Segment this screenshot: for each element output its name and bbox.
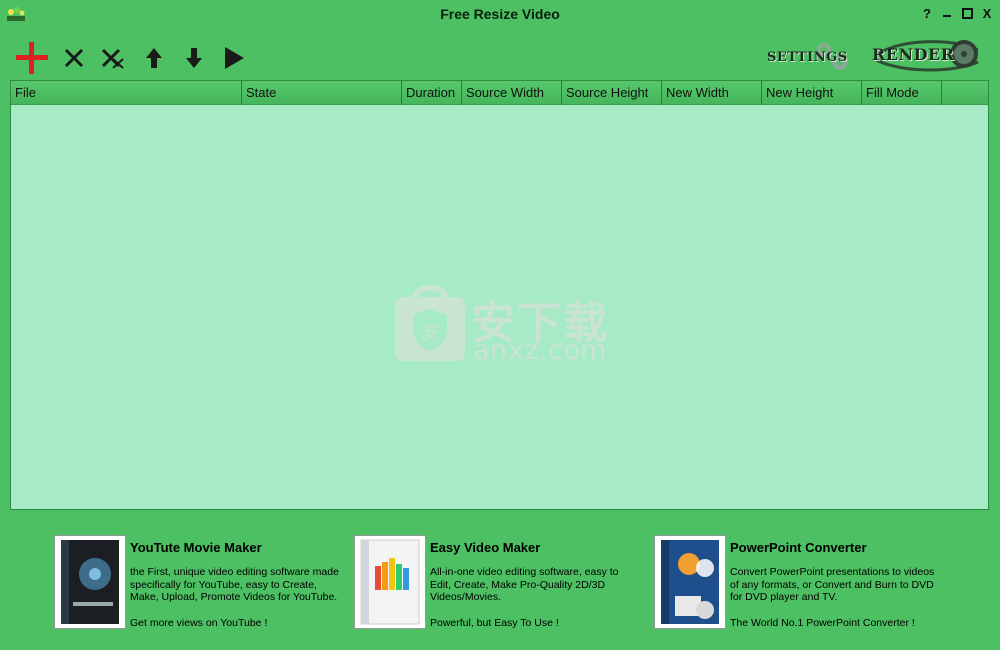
help-button[interactable]: ? [920,6,934,21]
remove-file-button[interactable] [54,36,94,80]
promo-powerpoint-converter[interactable]: PowerPoint Converter Convert PowerPoint … [654,535,954,630]
play-button[interactable] [214,36,254,80]
promo-description: All-in-one video editing software, easy … [430,566,619,604]
promo-youtube-movie-maker[interactable]: YouTute Movie Maker the First, unique vi… [54,535,354,630]
arrow-up-icon [146,48,162,68]
promo-title[interactable]: Easy Video Maker [430,540,540,555]
move-up-button[interactable] [134,36,174,80]
close-button[interactable]: X [980,6,994,21]
product-box-image[interactable] [654,535,726,629]
product-box-image[interactable] [354,535,426,629]
promo-description: Convert PowerPoint presentations to vide… [730,566,935,604]
play-icon [225,47,244,69]
window-title: Free Resize Video [440,6,560,22]
column-header-source-width[interactable]: Source Width [462,81,562,105]
column-header-file[interactable]: File [11,81,242,105]
x-icon [64,48,84,68]
arrow-down-icon [186,48,202,68]
promo-description: the First, unique video editing software… [130,566,339,604]
product-box-image[interactable] [54,535,126,629]
promo-tagline: Powerful, but Easy To Use ! [430,617,559,629]
column-header-duration[interactable]: Duration [402,81,462,105]
maximize-button[interactable] [960,6,974,20]
promo-easy-video-maker[interactable]: Easy Video Maker All-in-one video editin… [354,535,654,630]
list-header: File State Duration Source Width Source … [11,81,988,105]
column-header-new-height[interactable]: New Height [762,81,862,105]
column-header-state[interactable]: State [242,81,402,105]
move-down-button[interactable] [174,36,214,80]
svg-text:安: 安 [421,323,439,344]
watermark-en: anxz.com [473,335,608,366]
window-controls: ? X [920,6,994,21]
render-label: Render [872,45,955,64]
watermark: 安 安下载 anxz.com [393,283,613,366]
promo-tagline: The World No.1 PowerPoint Converter ! [730,617,915,629]
render-button[interactable]: Render [866,36,984,76]
double-x-icon [101,48,124,69]
toolbar [10,36,254,80]
column-header-source-height[interactable]: Source Height [562,81,662,105]
file-list[interactable]: File State Duration Source Width Source … [10,80,989,510]
minimize-button[interactable] [940,6,954,20]
promo-title[interactable]: PowerPoint Converter [730,540,867,555]
column-header-fill-mode[interactable]: Fill Mode [862,81,942,105]
shield-bag-icon: 安 [395,285,465,361]
promo-title[interactable]: YouTute Movie Maker [130,540,262,555]
add-file-button[interactable] [10,36,54,80]
settings-label: Settings [767,50,848,65]
promo-tagline: Get more views on YouTube ! [130,617,268,629]
settings-button[interactable]: Settings [764,40,852,74]
plus-icon [16,42,48,74]
column-header-new-width[interactable]: New Width [662,81,762,105]
clear-all-button[interactable] [94,36,134,80]
